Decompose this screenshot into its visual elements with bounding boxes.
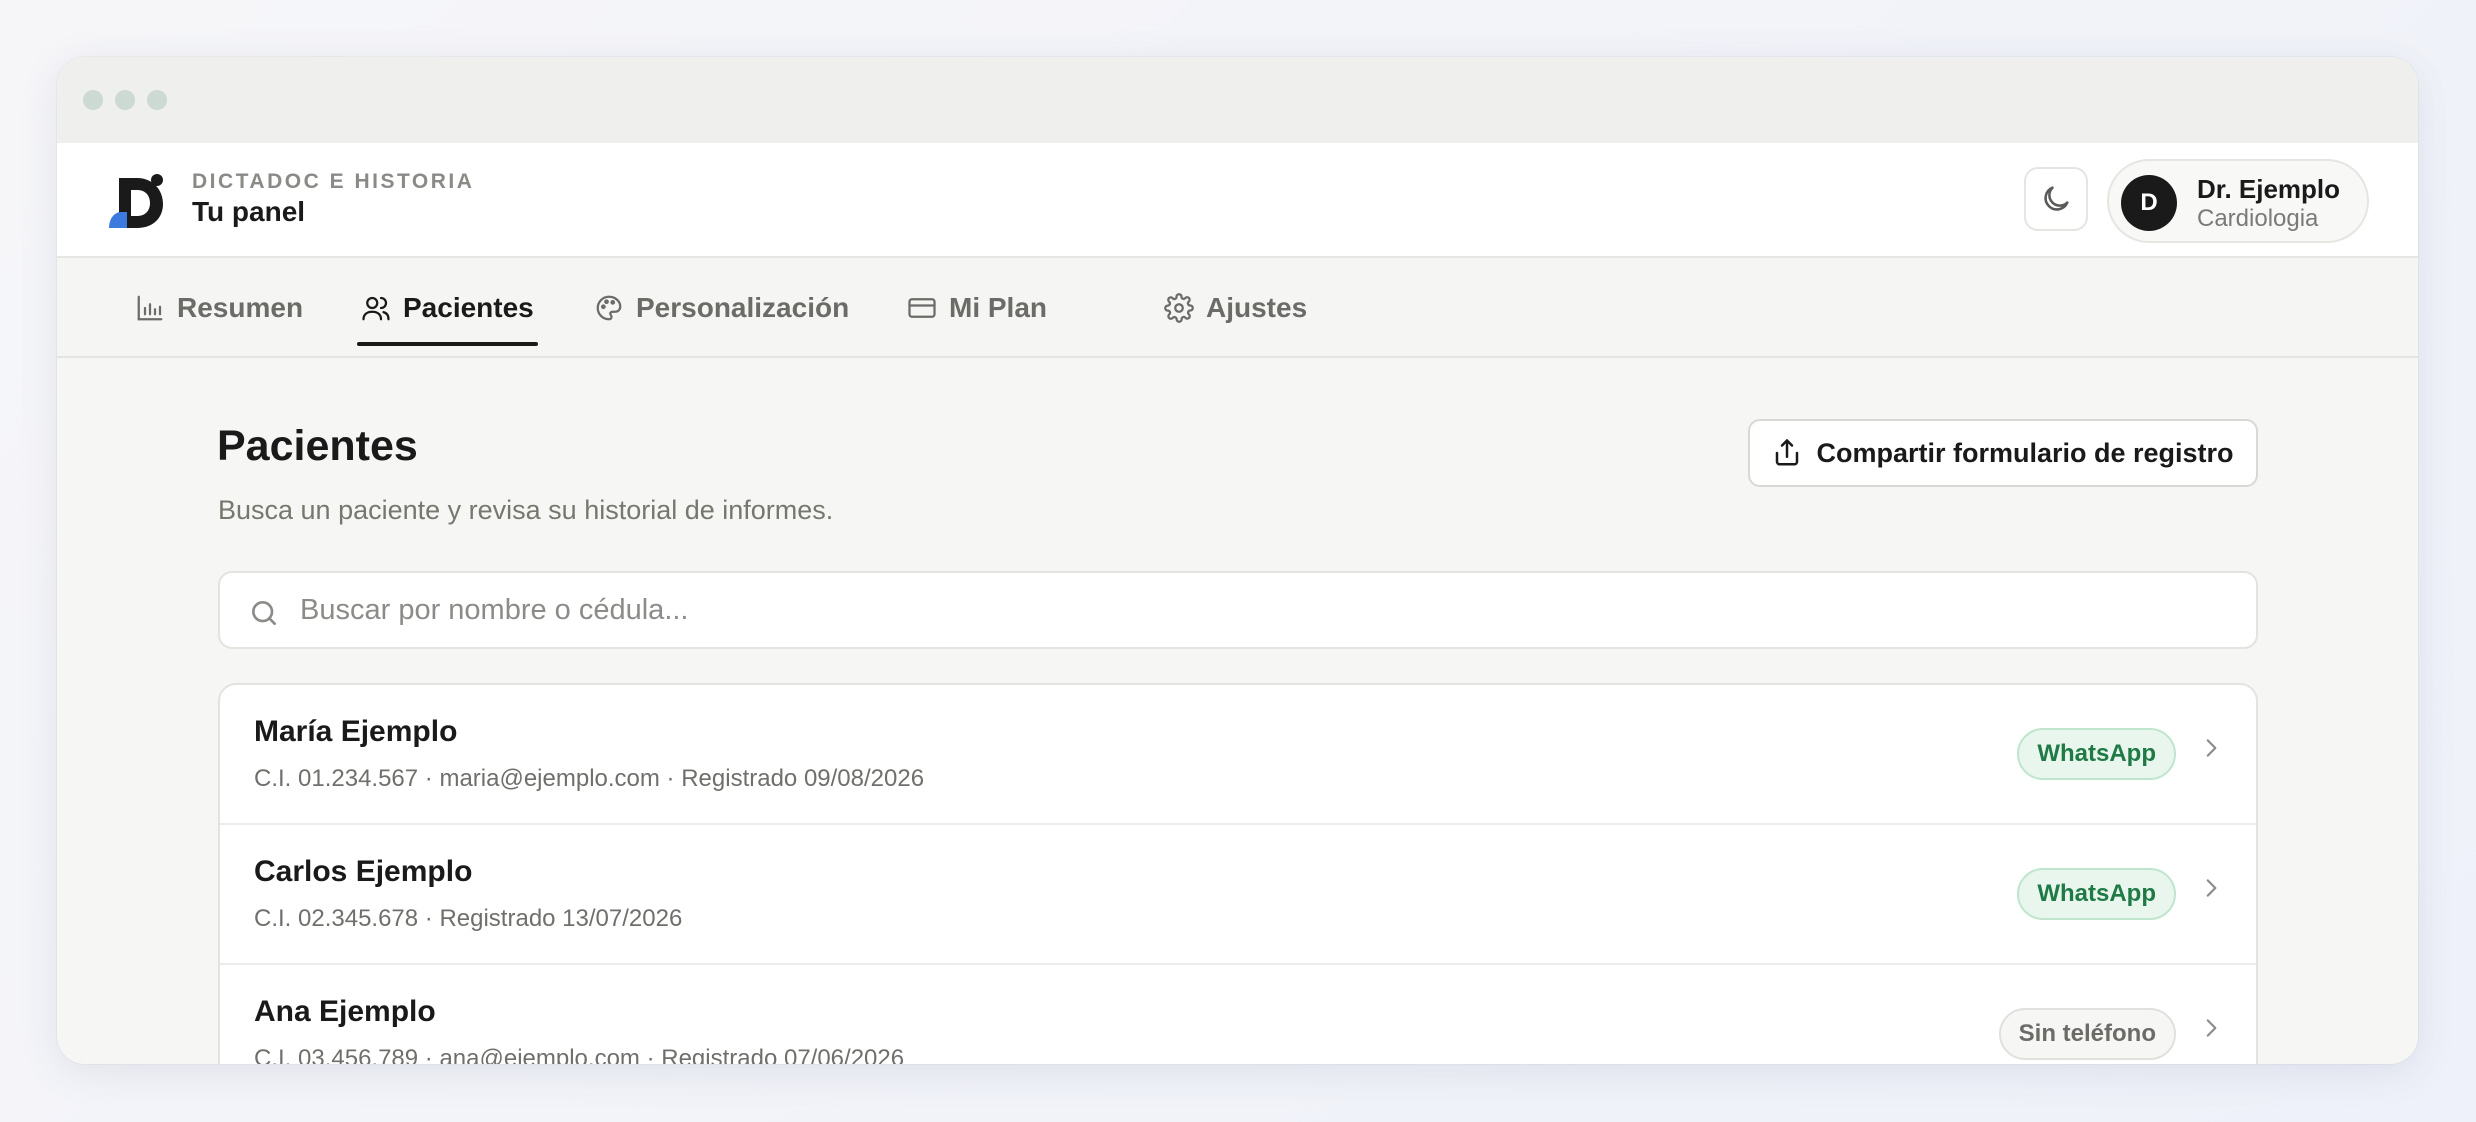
credit-card-icon bbox=[908, 298, 936, 318]
share-icon bbox=[1776, 439, 1799, 466]
brand-logo-icon[interactable] bbox=[107, 170, 169, 232]
tab-ajustes[interactable]: Ajustes bbox=[1164, 258, 1307, 358]
window-control-dot[interactable] bbox=[83, 90, 103, 110]
users-icon bbox=[362, 296, 390, 321]
tab-resumen[interactable]: Resumen bbox=[135, 258, 303, 358]
palette-icon bbox=[596, 295, 622, 321]
share-registration-form-button[interactable]: Compartir formulario de registro bbox=[1748, 419, 2258, 487]
user-menu[interactable]: D Dr. Ejemplo Cardiologia bbox=[2107, 159, 2369, 243]
brand-subtitle: DICTADOC E HISTORIA bbox=[192, 170, 475, 193]
main-nav: Resumen Pacientes Personalización Mi Pla… bbox=[57, 258, 2418, 358]
patient-row[interactable]: María Ejemplo C.I. 01.234.567 · maria@ej… bbox=[220, 685, 2256, 825]
patient-search bbox=[218, 571, 2258, 649]
patient-meta: C.I. 01.234.567 · maria@ejemplo.com · Re… bbox=[254, 765, 925, 792]
chevron-right-icon[interactable] bbox=[2198, 875, 2224, 901]
tab-label: Pacientes bbox=[403, 292, 534, 323]
tab-label: Ajustes bbox=[1206, 292, 1308, 323]
patient-meta: C.I. 03.456.789 · ana@ejemplo.com · Regi… bbox=[254, 1045, 905, 1064]
tab-pacientes[interactable]: Pacientes bbox=[357, 258, 538, 358]
gear-icon bbox=[1164, 293, 1194, 323]
page-subtitle: Busca un paciente y revisa su historial … bbox=[218, 495, 834, 525]
chevron-right-icon[interactable] bbox=[2198, 735, 2224, 761]
whatsapp-badge: WhatsApp bbox=[2017, 728, 2176, 780]
patient-name: Ana Ejemplo bbox=[254, 995, 436, 1028]
tab-label: Personalización bbox=[636, 292, 850, 323]
theme-toggle-button[interactable] bbox=[2024, 167, 2088, 231]
no-phone-badge: Sin teléfono bbox=[1998, 1008, 2176, 1060]
app-header: DICTADOC E HISTORIA Tu panel D Dr. Ejemp… bbox=[57, 143, 2418, 258]
patient-row[interactable]: Carlos Ejemplo C.I. 02.345.678 · Registr… bbox=[220, 825, 2256, 965]
patient-row[interactable]: Ana Ejemplo C.I. 03.456.789 · ana@ejempl… bbox=[220, 965, 2256, 1064]
patient-name: Carlos Ejemplo bbox=[254, 855, 473, 888]
share-button-label: Compartir formulario de registro bbox=[1816, 437, 2234, 468]
search-icon bbox=[252, 601, 276, 625]
patient-meta: C.I. 02.345.678 · Registrado 13/07/2026 bbox=[254, 905, 683, 932]
tab-personalizacion[interactable]: Personalización bbox=[594, 258, 849, 358]
user-name: Dr. Ejemplo bbox=[2197, 174, 2341, 204]
window-control-dot[interactable] bbox=[115, 90, 135, 110]
window-control-dot[interactable] bbox=[147, 90, 167, 110]
patient-list: María Ejemplo C.I. 01.234.567 · maria@ej… bbox=[218, 683, 2258, 1064]
search-input[interactable] bbox=[300, 573, 2200, 647]
window-titlebar bbox=[57, 57, 2418, 143]
avatar: D bbox=[2121, 175, 2177, 231]
moon-icon bbox=[2044, 186, 2069, 211]
chevron-right-icon[interactable] bbox=[2198, 1015, 2224, 1041]
tab-mi-plan[interactable]: Mi Plan bbox=[907, 258, 1047, 358]
tab-label: Mi Plan bbox=[949, 292, 1048, 323]
app-window: DICTADOC E HISTORIA Tu panel D Dr. Ejemp… bbox=[57, 57, 2418, 1064]
page-title: Pacientes bbox=[217, 422, 418, 470]
patient-name: María Ejemplo bbox=[254, 715, 458, 748]
bar-chart-icon bbox=[137, 295, 163, 321]
whatsapp-badge: WhatsApp bbox=[2017, 868, 2176, 920]
tab-label: Resumen bbox=[177, 292, 304, 323]
brand-title: Tu panel bbox=[192, 196, 306, 227]
user-role: Cardiologia bbox=[2197, 205, 2319, 232]
